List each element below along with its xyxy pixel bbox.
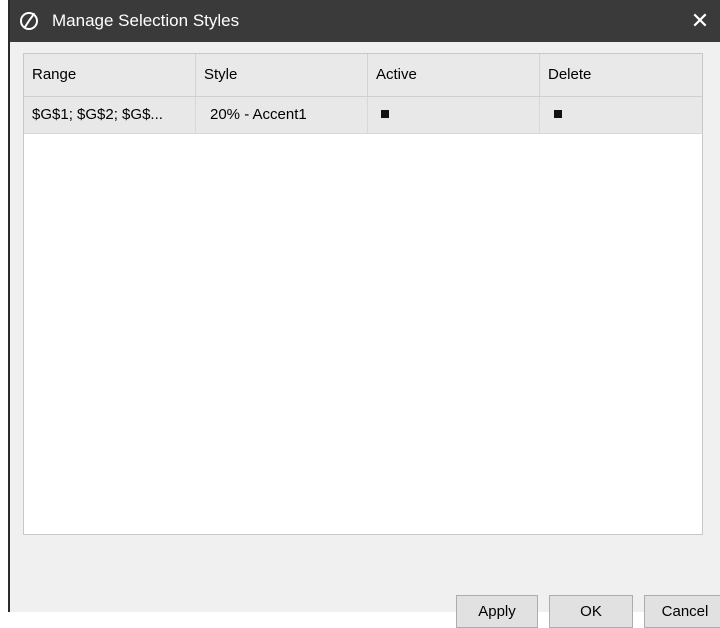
table-row[interactable]: $G$1; $G$2; $G$... 20% - Accent1: [24, 97, 702, 134]
column-header-active[interactable]: Active: [368, 54, 540, 96]
style-cell[interactable]: 20% - Accent1: [196, 97, 368, 133]
active-cell: [368, 97, 540, 133]
active-checkbox[interactable]: [381, 110, 389, 118]
column-header-delete[interactable]: Delete: [540, 54, 702, 96]
window-title: Manage Selection Styles: [52, 11, 240, 30]
manage-selection-styles-dialog: Manage Selection Styles ✕ Range Style Ac…: [0, 0, 720, 628]
close-icon: ✕: [690, 8, 710, 33]
close-button[interactable]: ✕: [686, 7, 714, 35]
delete-cell: [540, 97, 702, 133]
column-header-style[interactable]: Style: [196, 54, 368, 96]
range-cell[interactable]: $G$1; $G$2; $G$...: [24, 97, 196, 133]
app-logo-icon: [19, 11, 39, 31]
title-bar[interactable]: Manage Selection Styles ✕: [10, 0, 720, 42]
delete-checkbox[interactable]: [554, 110, 562, 118]
column-header-range[interactable]: Range: [24, 54, 196, 96]
selection-styles-table[interactable]: Range Style Active Delete $G$1; $G$2; $G…: [23, 53, 703, 535]
dialog-content: Range Style Active Delete $G$1; $G$2; $G…: [10, 42, 720, 628]
background-strip: [0, 0, 8, 612]
table-header: Range Style Active Delete: [24, 54, 702, 97]
